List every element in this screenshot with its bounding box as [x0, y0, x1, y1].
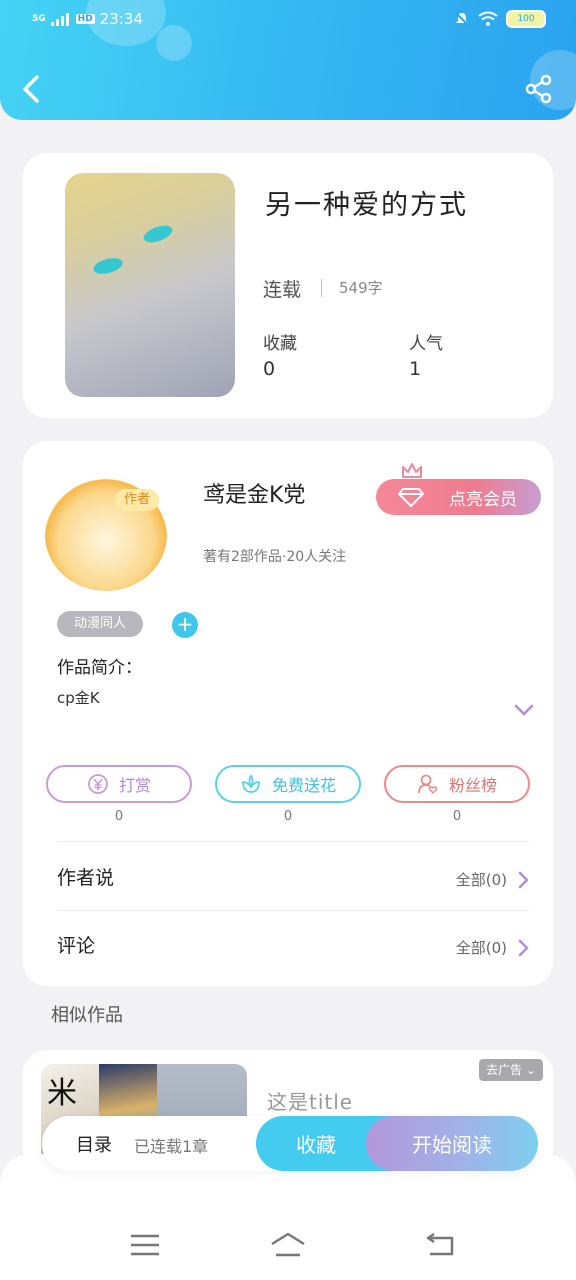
stat-value-collect: 0	[263, 358, 276, 380]
comments-all[interactable]: 全部(0)	[456, 937, 507, 958]
network-indicator: 5G	[32, 14, 46, 24]
word-count: 549字	[339, 279, 383, 297]
clock: 23:34	[99, 10, 143, 28]
author-meta: 著有2部作品·20人关注	[203, 549, 347, 565]
menu-icon[interactable]	[127, 1230, 163, 1260]
diamond-icon	[398, 488, 424, 507]
author-says-all[interactable]: 全部(0)	[456, 869, 507, 890]
stat-value-popularity: 1	[409, 358, 422, 380]
battery-indicator: 100	[506, 10, 546, 28]
divider	[321, 279, 322, 297]
wifi-icon	[478, 11, 498, 26]
author-card: 作者 鸢是金K党 著有2部作品·20人关注 点亮会员 动漫同人 + 作品简介： …	[23, 441, 553, 986]
stat-label-popularity: 人气	[409, 334, 443, 354]
fans-ranking-button[interactable]: 粉丝榜	[384, 765, 530, 803]
flower-count: 0	[283, 809, 293, 824]
signal-icon	[50, 13, 69, 26]
comments-label[interactable]: 评论	[57, 931, 95, 958]
hd-badge: HD	[75, 14, 95, 24]
similar-item-title: 这是title	[267, 1090, 354, 1114]
add-tag-button[interactable]: +	[172, 612, 198, 638]
stat-label-collect: 收藏	[263, 334, 297, 354]
bottom-panel	[0, 1154, 576, 1280]
vip-label: 点亮会员	[449, 489, 517, 510]
intro-text: cp金K	[57, 689, 100, 707]
back-nav-icon[interactable]	[422, 1230, 458, 1260]
author-name[interactable]: 鸢是金K党	[203, 477, 305, 509]
home-icon[interactable]	[270, 1230, 306, 1260]
top-header: 5G HD 23:34 100	[0, 0, 576, 120]
collect-label: 收藏	[296, 1133, 336, 1157]
reward-count: 0	[114, 809, 124, 824]
start-reading-label: 开始阅读	[412, 1133, 492, 1157]
status-bar: 5G HD 23:34 100	[32, 10, 546, 32]
send-flower-label: 免费送花	[271, 776, 336, 795]
author-says-label[interactable]: 作者说	[57, 863, 114, 890]
cover-art-detail	[91, 255, 125, 277]
book-cover[interactable]	[65, 173, 235, 397]
author-badge: 作者	[115, 489, 159, 511]
genre-tag[interactable]: 动漫同人	[57, 611, 143, 637]
mute-bell-icon	[455, 12, 469, 26]
similar-section-title: 相似作品	[51, 1005, 123, 1026]
bottom-action-bar: 目录 已连载1章 收藏 开始阅读	[42, 1116, 538, 1171]
reward-button[interactable]: 打赏	[46, 765, 192, 803]
divider	[57, 841, 529, 842]
fans-count: 0	[452, 809, 462, 824]
chevron-down-icon[interactable]	[513, 703, 535, 717]
toc-info: 已连载1章	[134, 1137, 209, 1156]
book-info-card: 另一种爱的方式 连载 549字 收藏 0 人气 1	[23, 153, 553, 418]
send-flower-button[interactable]: 免费送花	[215, 765, 361, 803]
fan-user-icon	[418, 774, 438, 795]
book-status: 连载	[263, 279, 302, 301]
chevron-right-icon[interactable]	[517, 939, 529, 957]
start-reading-button[interactable]: 开始阅读	[366, 1116, 538, 1171]
thumbnail-char: 米	[47, 1076, 77, 1111]
share-icon[interactable]	[524, 74, 554, 104]
crown-icon	[402, 463, 422, 478]
chevron-right-icon[interactable]	[517, 871, 529, 889]
fans-ranking-label: 粉丝榜	[448, 776, 497, 795]
remove-ad-button[interactable]: 去广告 ⌄	[479, 1059, 543, 1081]
book-title: 另一种爱的方式	[265, 190, 468, 221]
chevron-left-icon[interactable]	[20, 74, 44, 104]
reward-label: 打赏	[118, 776, 151, 795]
cover-art-detail	[141, 222, 175, 246]
flower-icon	[242, 774, 260, 793]
intro-label: 作品简介：	[57, 658, 142, 678]
vip-button[interactable]: 点亮会员	[376, 479, 541, 515]
divider	[57, 910, 529, 911]
yen-icon	[88, 774, 108, 794]
toc-button[interactable]: 目录	[76, 1131, 112, 1157]
